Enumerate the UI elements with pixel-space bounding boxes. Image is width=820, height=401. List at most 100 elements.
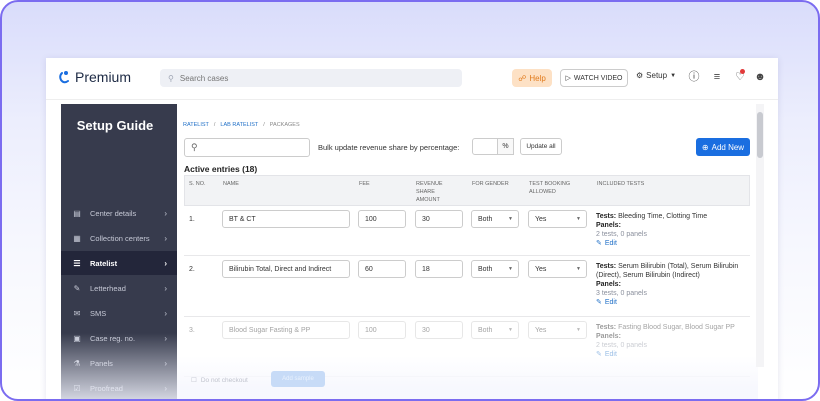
list-icon: ☰ (73, 258, 81, 268)
edit-link[interactable]: ✎ Edit (596, 239, 746, 248)
main-content: RATELIST / LAB RATELIST / PACKAGES ⚲ Bul… (177, 104, 758, 399)
search-input[interactable] (179, 73, 440, 83)
breadcrumb-lab-ratelist[interactable]: LAB RATELIST (220, 122, 258, 128)
col-revenue: REVENUE SHARE AMOUNT (416, 181, 443, 203)
row-sno: 2. (189, 266, 195, 273)
sidebar-item-label: SMS (90, 308, 107, 318)
caret-down-icon: ▼ (576, 266, 581, 272)
name-input[interactable]: Blood Sugar Fasting & PP (222, 321, 350, 339)
help-label: Help (529, 73, 546, 83)
test-summary: 2 tests, 0 panels (596, 342, 647, 349)
edit-icon: ✎ (596, 240, 602, 247)
caret-down-icon: ▼ (576, 216, 581, 222)
table-search-input[interactable]: ⚲ (184, 138, 310, 157)
percent-suffix: % (498, 138, 514, 155)
bulk-update-label: Bulk update revenue share by percentage: (318, 143, 460, 152)
setup-menu[interactable]: ⚙ Setup ▼ (636, 71, 676, 80)
proofread-icon: ☑ (73, 383, 81, 393)
chevron-right-icon: › (164, 258, 167, 268)
sidebar-item-panels[interactable]: ⚗ Panels › (61, 351, 177, 375)
caret-down-icon: ▼ (508, 266, 513, 272)
col-fee: FEE (359, 181, 370, 187)
revenue-input[interactable]: 30 (415, 210, 463, 228)
sidebar-item-label: Ratelist (90, 258, 118, 268)
chevron-right-icon: › (164, 308, 167, 318)
table-header: S. NO. NAME FEE REVENUE SHARE AMOUNT FOR… (184, 175, 750, 206)
watch-video-label: WATCH VIDEO (573, 74, 623, 82)
letterhead-icon: ✎ (73, 283, 81, 293)
sidebar-item-label: Panels (90, 358, 113, 368)
sidebar-title: Setup Guide (76, 118, 154, 133)
col-booking: TEST BOOKING ALLOWED (529, 181, 571, 195)
sidebar-item-sms[interactable]: ✉ SMS › (61, 301, 177, 325)
app-logo[interactable]: Premium (58, 69, 131, 85)
gender-select[interactable]: Both ▼ (471, 321, 519, 339)
sidebar-item-case-reg-no[interactable]: ▣ Case reg. no. › (61, 326, 177, 350)
revenue-input[interactable]: 18 (415, 260, 463, 278)
bulk-percent-input[interactable] (472, 138, 498, 155)
booking-select[interactable]: Yes ▼ (528, 260, 587, 278)
caret-down-icon: ▼ (508, 216, 513, 222)
test-summary: 3 tests, 0 panels (596, 290, 647, 297)
search-icon: ⚲ (191, 142, 198, 152)
search-box[interactable]: ⚲ (160, 69, 462, 87)
gender-select[interactable]: Both ▼ (471, 210, 519, 228)
sidebar-item-label: Case reg. no. (90, 333, 136, 343)
scrollbar[interactable] (756, 104, 764, 367)
chevron-right-icon: › (164, 208, 167, 218)
caret-down-icon: ▼ (670, 72, 677, 79)
sidebar-item-center-details[interactable]: ▤ Center details › (61, 201, 177, 225)
sidebar-item-ratelist[interactable]: ☰ Ratelist › (61, 251, 177, 275)
sidebar: Setup Guide ▤ Center details › ▦ Collection … (61, 104, 177, 399)
scroll-thumb[interactable] (757, 112, 763, 158)
caret-down-icon: ▼ (576, 327, 581, 333)
update-all-button[interactable]: Update all (520, 138, 562, 155)
booking-select[interactable]: Yes ▼ (528, 321, 587, 339)
breadcrumb: RATELIST / LAB RATELIST / PACKAGES (183, 122, 300, 128)
sidebar-item-label: Collection centers (90, 233, 150, 243)
row-sno: 3. (189, 327, 195, 334)
add-new-button[interactable]: ⊕ Add New (696, 138, 750, 156)
help-circle-icon[interactable]: ⓘ (687, 70, 701, 84)
chevron-right-icon: › (164, 383, 167, 393)
sidebar-item-proofread[interactable]: ☑ Proofread › (61, 376, 177, 399)
sidebar-item-collection-centers[interactable]: ▦ Collection centers › (61, 226, 177, 250)
name-input[interactable]: Bilirubin Total, Direct and Indirect (222, 260, 350, 278)
collection-icon: ▦ (73, 233, 81, 243)
user-icon[interactable]: ☻ (753, 70, 767, 84)
play-icon: ▷ (565, 75, 571, 82)
breadcrumb-ratelist[interactable]: RATELIST (183, 122, 209, 128)
table-row: 1. BT & CT 100 30 Both ▼ Yes ▼ Tests: Blee… (184, 206, 750, 256)
revenue-input[interactable]: 30 (415, 321, 463, 339)
booking-select[interactable]: Yes ▼ (528, 210, 587, 228)
fee-input[interactable]: 100 (358, 210, 406, 228)
sidebar-item-label: Center details (90, 208, 137, 218)
fee-input[interactable]: 60 (358, 260, 406, 278)
window-frame: Premium ⚲ ☍ Help ▷ WATCH VIDEO ⚙ Setup ▼… (0, 0, 820, 401)
chevron-right-icon: › (164, 333, 167, 343)
add-new-label: Add New (711, 142, 745, 152)
breadcrumb-packages: PACKAGES (269, 122, 300, 128)
sidebar-item-letterhead[interactable]: ✎ Letterhead › (61, 276, 177, 300)
col-gender: FOR GENDER (472, 181, 509, 187)
watch-video-button[interactable]: ▷ WATCH VIDEO (560, 69, 628, 87)
list-icon[interactable]: ≡ (710, 70, 724, 84)
do-not-checkout[interactable]: ☐ Do not checkout (191, 376, 248, 385)
row-sno: 1. (189, 216, 195, 223)
help-button[interactable]: ☍ Help (512, 69, 552, 87)
app-name: Premium (75, 69, 132, 85)
included-tests: Tests: Fasting Blood Sugar, Blood Sugar … (596, 323, 746, 359)
bottom-fade (177, 356, 758, 399)
add-sample-button[interactable]: Add sample (271, 371, 325, 387)
included-tests: Tests: Bleeding Time, Clotting Time Pane… (596, 212, 746, 248)
gear-icon: ⚙ (636, 71, 644, 80)
hash-icon: ▣ (73, 333, 81, 343)
sidebar-item-label: Letterhead (90, 283, 126, 293)
gender-select[interactable]: Both ▼ (471, 260, 519, 278)
fee-input[interactable]: 100 (358, 321, 406, 339)
col-name: NAME (223, 181, 239, 187)
included-tests: Tests: Serum Bilirubin (Total), Serum Bi… (596, 262, 746, 307)
name-input[interactable]: BT & CT (222, 210, 350, 228)
edit-link[interactable]: ✎ Edit (596, 298, 746, 307)
notification-dot (740, 69, 745, 74)
